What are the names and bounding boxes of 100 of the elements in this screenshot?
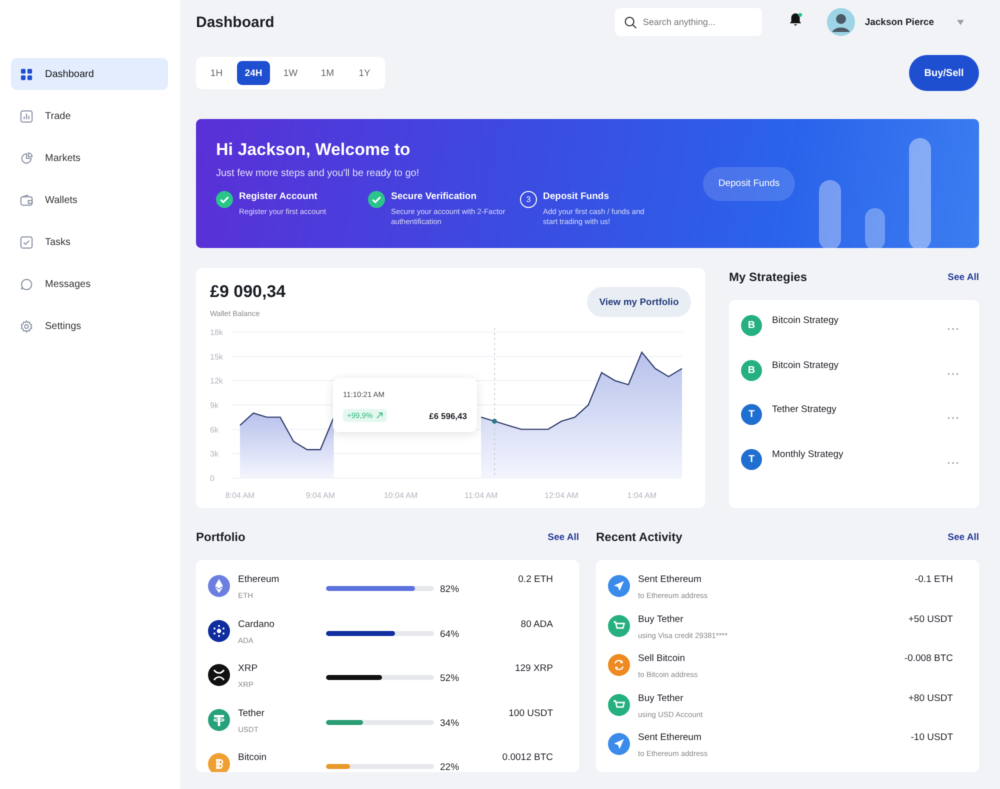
search-icon — [624, 16, 637, 29]
paper-plane-icon — [608, 575, 630, 597]
step-title: Secure Verification — [391, 191, 478, 202]
activity-title: Sell Bitcoin — [638, 653, 686, 664]
wallet-icon — [20, 194, 33, 206]
avatar-icon[interactable] — [826, 8, 855, 36]
cart-icon — [608, 694, 630, 716]
paper-plane-icon — [608, 733, 630, 755]
strategy-name[interactable]: Bitcoin Strategy — [772, 315, 947, 326]
coin-name: Ethereum — [238, 574, 280, 585]
bell-icon[interactable] — [788, 12, 803, 27]
sidebar-item[interactable]: Markets — [11, 142, 168, 174]
see-all-link[interactable]: See All — [948, 532, 979, 542]
activity-title: Buy Tether — [638, 692, 684, 704]
timeframe-tab[interactable]: 1Y — [348, 61, 381, 85]
checkbox-icon — [20, 236, 33, 248]
pie-chart-icon — [20, 152, 33, 164]
user-name[interactable]: Jackson Pierce — [864, 16, 934, 28]
step-title: Deposit Funds — [543, 191, 610, 202]
sidebar-item[interactable]: Trade — [11, 100, 168, 132]
coin-name: Cardano — [238, 618, 276, 630]
strategy-name[interactable]: Monthly Strategy — [772, 448, 947, 460]
sidebar-item[interactable]: Settings — [11, 310, 168, 342]
coin-icon — [208, 620, 230, 642]
strategy-avatar: T — [741, 448, 762, 470]
sidebar-item[interactable]: Messages — [11, 268, 168, 300]
timeframe-tab[interactable]: 24H — [237, 61, 270, 85]
timeframe-tab[interactable]: 1W — [274, 61, 307, 85]
see-all-link[interactable]: See All — [548, 532, 579, 542]
step-title: Register Account — [239, 191, 318, 202]
coin-amount: 0.0012 BTC — [502, 752, 553, 763]
activity-amount: +80 USDT — [908, 692, 953, 704]
data-point — [492, 418, 497, 424]
activity-amount: -10 USDT — [910, 732, 953, 743]
strategy-name[interactable]: Bitcoin Strategy — [772, 360, 947, 370]
coin-icon — [208, 708, 230, 730]
activity-title: Sent Ethereum — [638, 732, 702, 743]
x-axis-label: 10:04 AM — [384, 491, 418, 500]
x-axis-label: 1:04 AM — [627, 491, 656, 500]
x-axis-label: 8:04 AM — [225, 491, 255, 500]
percent-label: 22% — [440, 762, 460, 772]
x-axis-label: 12:04 AM — [544, 491, 578, 500]
strategy-avatar: B — [741, 360, 762, 380]
y-axis-label: 3k — [210, 450, 218, 459]
y-axis-label: 6k — [210, 425, 218, 434]
percent-label: 34% — [440, 718, 460, 728]
exchange-icon — [608, 654, 630, 676]
coin-name: Bitcoin — [238, 752, 268, 763]
more-icon[interactable] — [947, 460, 959, 464]
wallet-balance: £9 090,34 — [210, 282, 286, 302]
banner-subtitle: Just few more steps and you'll be ready to go! — [216, 168, 420, 180]
sidebar-item[interactable]: Wallets — [11, 184, 168, 216]
activity-title: Buy Tether — [638, 614, 684, 624]
caret-icon[interactable] — [956, 18, 965, 26]
banner-title: Hi Jackson, Welcome to — [216, 140, 412, 160]
view-portfolio-button[interactable]: View my Portfolio — [587, 287, 691, 317]
y-axis-label: 12k — [210, 376, 223, 386]
bar-chart-icon — [20, 110, 33, 122]
y-axis-label: 15k — [210, 352, 223, 362]
chat-bubble-icon — [20, 278, 33, 290]
coin-amount: 0.2 ETH — [518, 574, 553, 585]
y-axis-label: 18k — [210, 328, 223, 337]
strategy-avatar: T — [741, 404, 762, 425]
percent-label: 52% — [440, 673, 460, 684]
y-axis-label: 0 — [210, 474, 214, 483]
section-title: Recent Activity — [596, 530, 682, 544]
coin-name: XRP — [238, 663, 259, 674]
activity-amount: -0.1 ETH — [914, 574, 953, 585]
section-title: Portfolio — [196, 530, 246, 544]
cart-icon — [608, 614, 630, 636]
timeframe-tab[interactable]: 1H — [200, 61, 233, 85]
more-icon[interactable] — [947, 372, 959, 376]
activity-amount: -0.008 BTC — [904, 653, 953, 664]
section-title: My Strategies — [729, 270, 808, 284]
activity-amount: +50 USDT — [908, 614, 953, 624]
page-title: Dashboard — [196, 14, 276, 30]
more-icon[interactable] — [947, 416, 959, 420]
buy-sell-button[interactable]: Buy/Sell — [909, 55, 979, 91]
coin-amount: 80 ADA — [520, 618, 553, 630]
coin-amount: 129 XRP — [514, 663, 553, 674]
see-all-link[interactable]: See All — [948, 272, 979, 282]
grid-icon — [20, 68, 33, 80]
deposit-funds-button[interactable]: Deposit Funds — [703, 166, 795, 200]
x-axis-label: 11:04 AM — [464, 491, 498, 500]
strategy-name[interactable]: Tether Strategy — [772, 404, 947, 415]
step-number: 3 — [520, 191, 537, 208]
settings-icon — [20, 320, 33, 332]
percent-label: 64% — [440, 628, 460, 640]
y-axis-label: 9k — [210, 401, 218, 410]
tooltip-value: £6 596,43 — [429, 410, 467, 420]
x-axis-label: 9:04 AM — [306, 491, 336, 500]
arrow-up-right-icon — [376, 412, 383, 419]
coin-icon — [208, 575, 230, 597]
sidebar-item[interactable]: Dashboard — [11, 58, 168, 90]
sidebar-item[interactable]: Tasks — [11, 226, 168, 258]
coin-icon — [208, 664, 230, 686]
more-icon[interactable] — [947, 327, 959, 331]
search-field[interactable]: Search anything... — [614, 8, 762, 36]
strategy-avatar: B — [741, 315, 762, 336]
timeframe-tab[interactable]: 1M — [311, 61, 344, 85]
